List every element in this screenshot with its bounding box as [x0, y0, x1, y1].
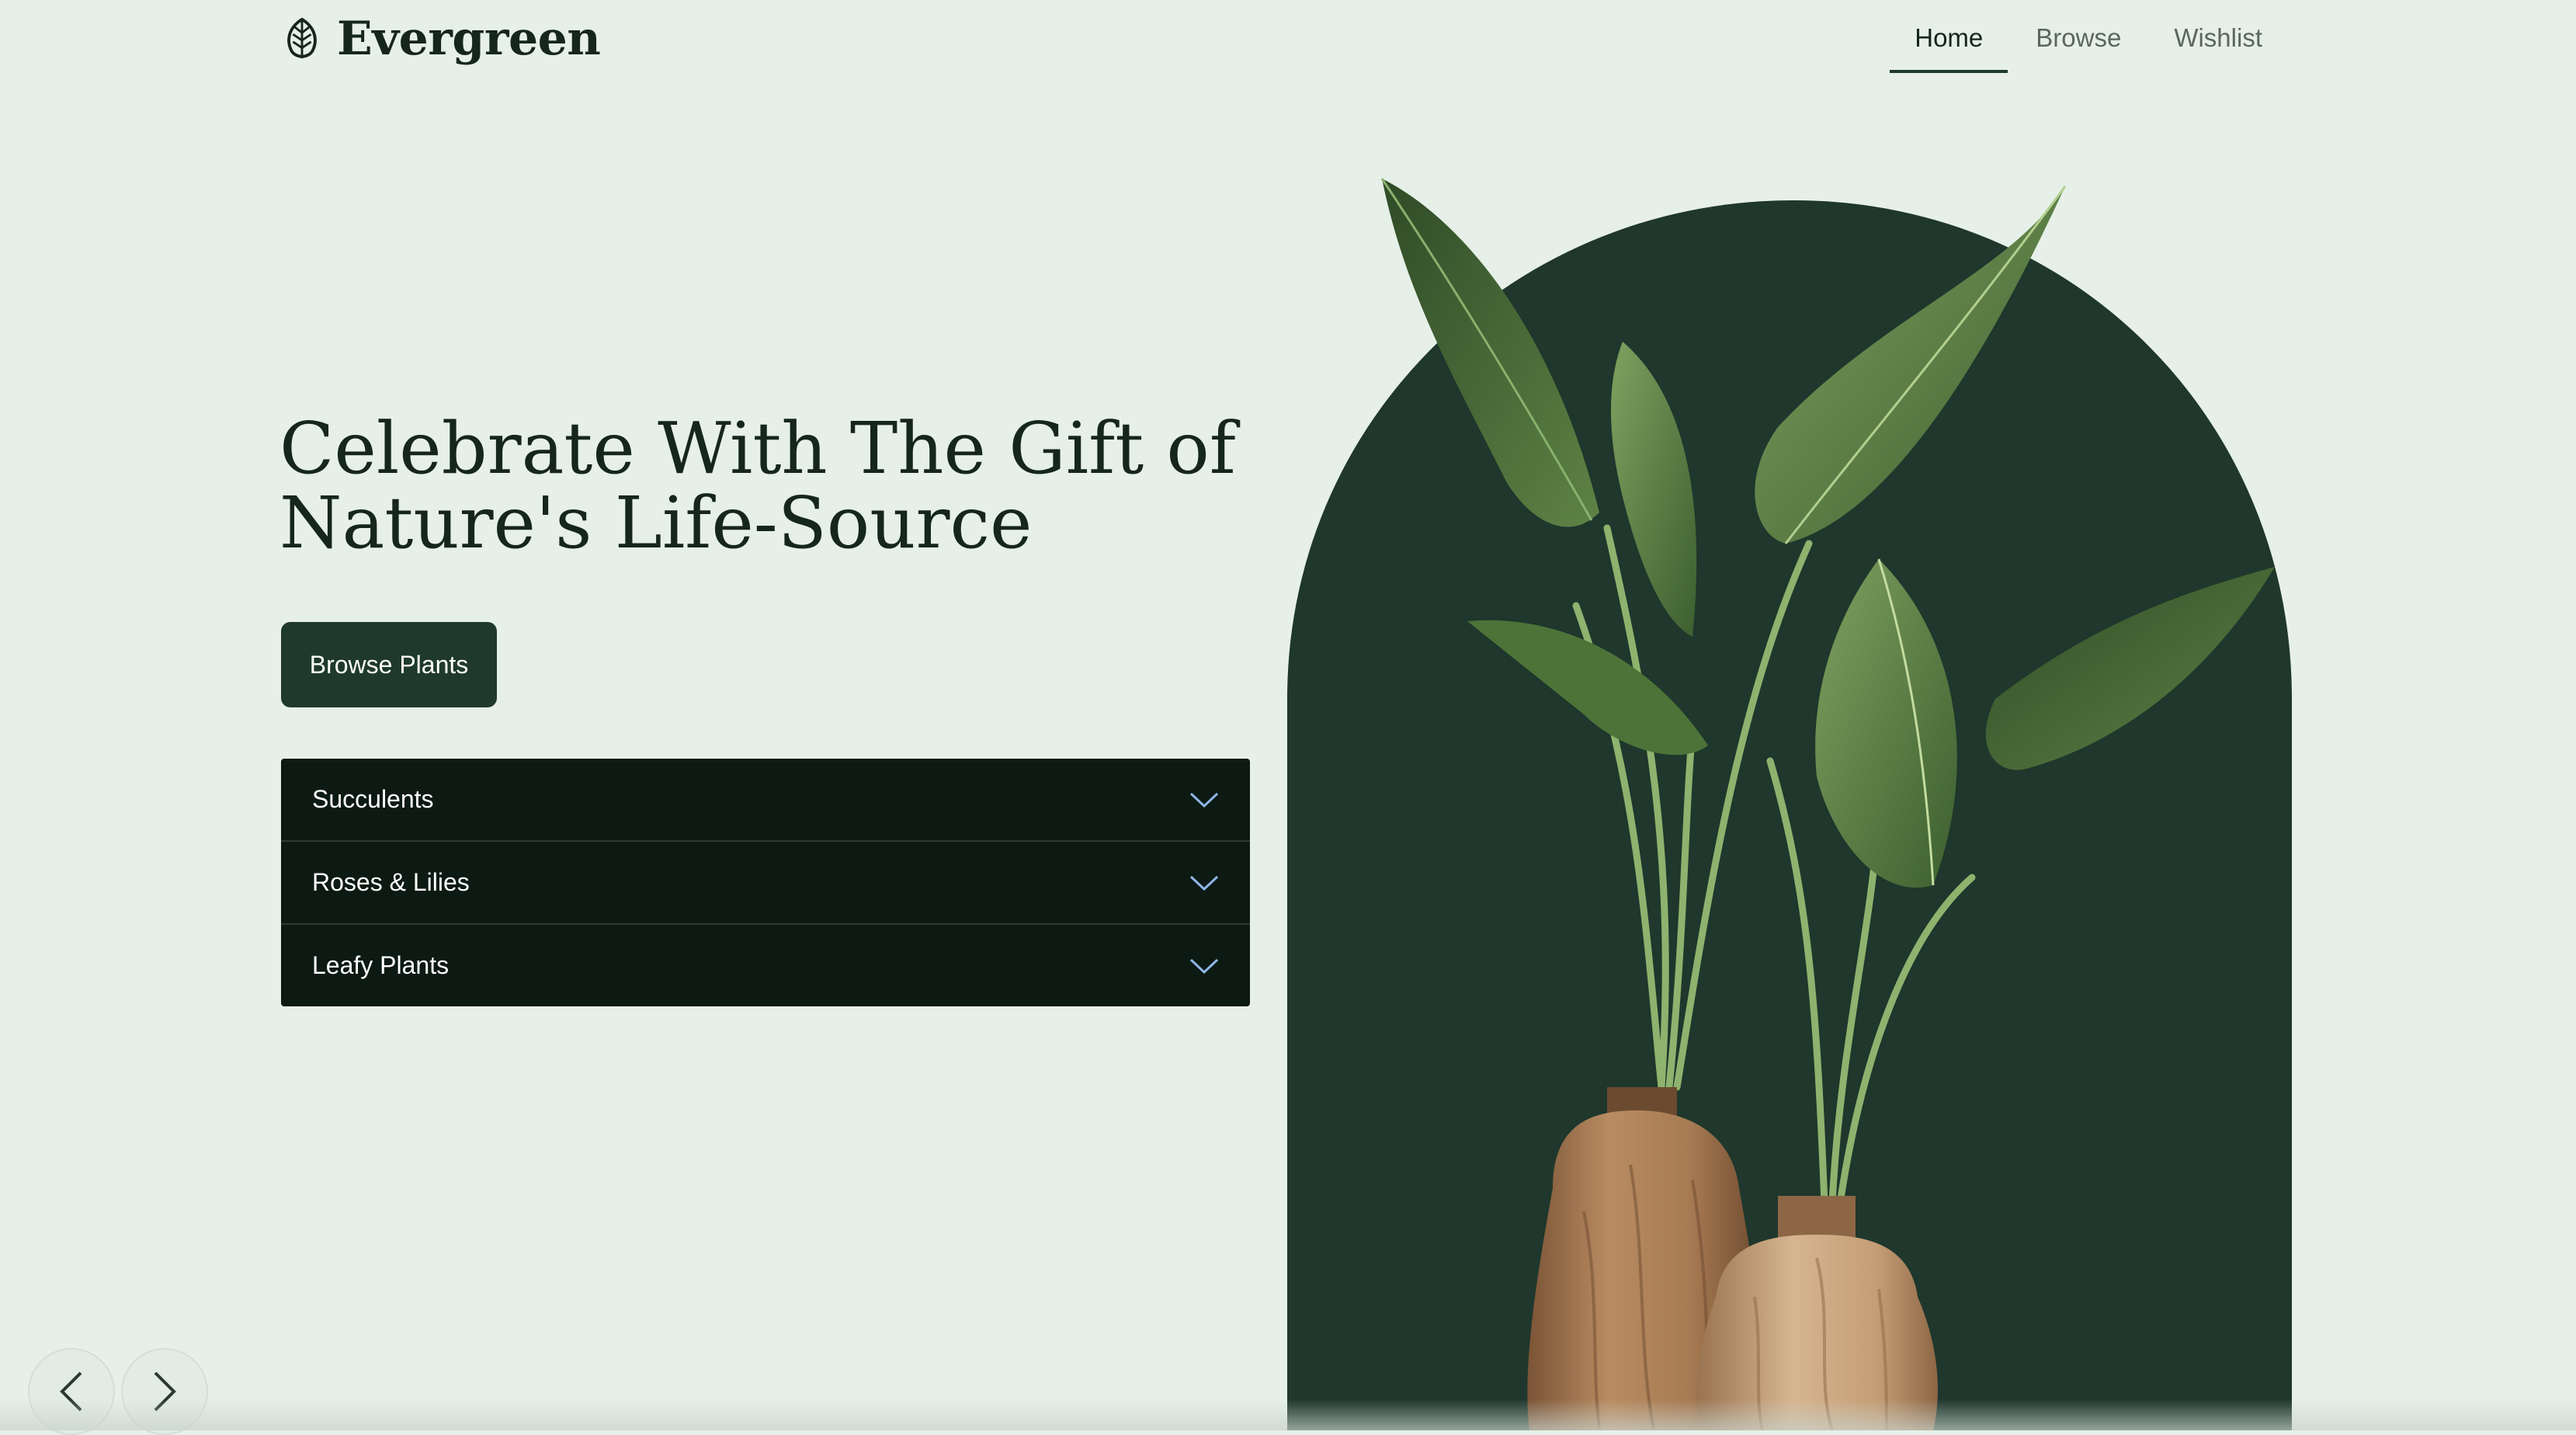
- carousel-next-button[interactable]: [121, 1348, 208, 1435]
- accordion-item-label: Roses & Lilies: [312, 868, 470, 896]
- accordion-item-label: Leafy Plants: [312, 951, 450, 979]
- chevron-down-icon: [1189, 958, 1219, 974]
- chevron-left-icon: [60, 1371, 82, 1412]
- chevron-down-icon: [1189, 792, 1219, 808]
- main-nav: Home Browse Wishlist: [1890, 0, 2287, 73]
- carousel-prev-button[interactable]: [28, 1348, 115, 1435]
- brand-logo[interactable]: Evergreen: [279, 11, 601, 67]
- accordion-item-succulents[interactable]: Succulents: [281, 759, 1250, 842]
- nav-home[interactable]: Home: [1890, 0, 2008, 73]
- brand-name: Evergreen: [337, 12, 601, 66]
- accordion-item-leafy-plants[interactable]: Leafy Plants: [281, 925, 1250, 1006]
- category-accordion: Succulents Roses & Lilies Leafy Plants: [281, 759, 1250, 1006]
- hero-plant-image: [1287, 178, 2292, 1430]
- nav-wishlist[interactable]: Wishlist: [2149, 0, 2287, 73]
- accordion-item-label: Succulents: [312, 785, 434, 813]
- chevron-down-icon: [1189, 875, 1219, 891]
- browse-plants-button[interactable]: Browse Plants: [281, 622, 497, 707]
- hero-headline-line2: Nature's Life-Source: [279, 481, 1033, 565]
- leaf-icon: [287, 17, 317, 59]
- chevron-right-icon: [154, 1371, 176, 1412]
- hero-headline: Celebrate With The Gift of Nature's Life…: [279, 412, 1258, 561]
- accordion-item-roses-lilies[interactable]: Roses & Lilies: [281, 842, 1250, 925]
- hero-headline-line1: Celebrate With The Gift of: [279, 407, 1236, 490]
- nav-browse[interactable]: Browse: [2011, 0, 2146, 73]
